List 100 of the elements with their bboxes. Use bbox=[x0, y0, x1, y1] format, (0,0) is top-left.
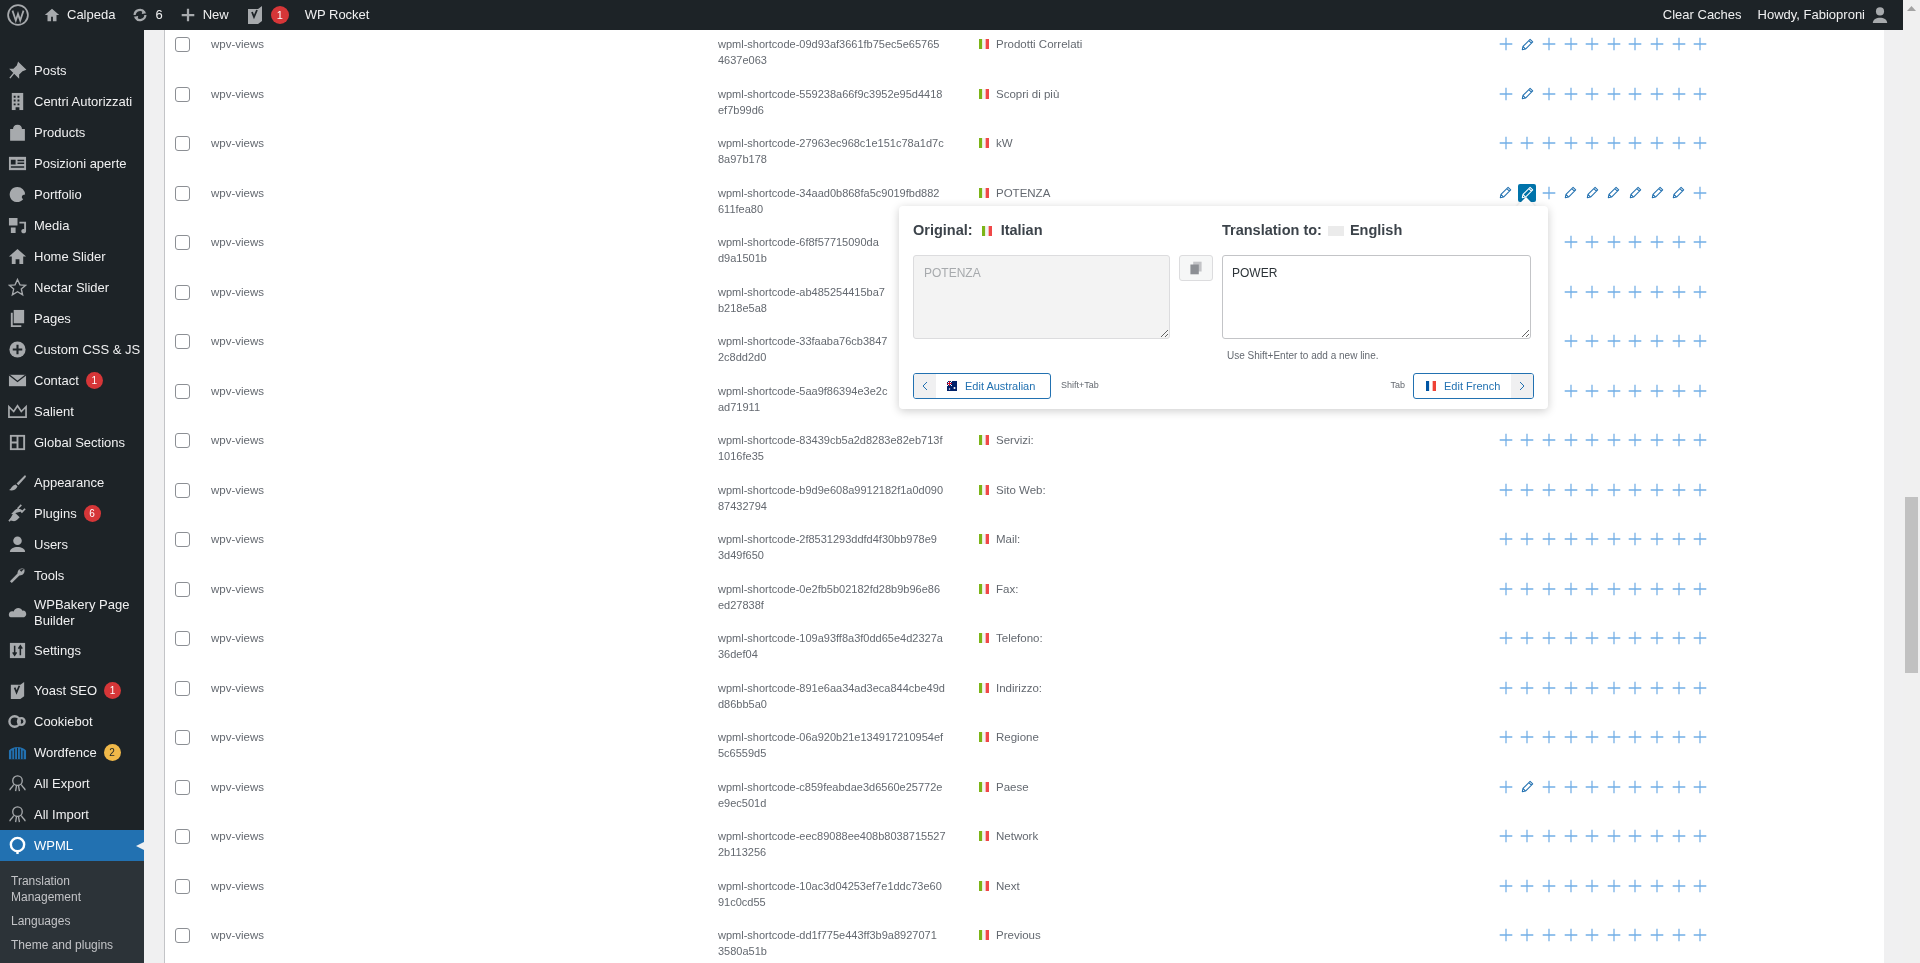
plus-icon[interactable] bbox=[1542, 86, 1557, 101]
plus-icon[interactable] bbox=[1650, 334, 1664, 348]
plus-icon[interactable] bbox=[1563, 631, 1578, 645]
plus-icon[interactable] bbox=[1542, 829, 1557, 843]
plus-icon[interactable] bbox=[1628, 730, 1643, 744]
plus-icon[interactable] bbox=[1542, 482, 1557, 497]
submenu-link[interactable]: Translation Management bbox=[0, 869, 144, 909]
plus-icon[interactable] bbox=[1671, 779, 1686, 794]
plus-icon[interactable] bbox=[1628, 779, 1643, 794]
row-checkbox[interactable] bbox=[175, 482, 190, 498]
plus-icon[interactable] bbox=[1650, 631, 1664, 645]
plus-icon[interactable] bbox=[1628, 37, 1643, 51]
plus-icon[interactable] bbox=[1693, 631, 1708, 645]
plus-icon[interactable] bbox=[1520, 532, 1535, 546]
plus-icon[interactable] bbox=[1693, 37, 1708, 51]
plus-icon[interactable] bbox=[1650, 482, 1664, 497]
sidebar-menu-item[interactable]: WPBakery Page Builder bbox=[0, 591, 144, 635]
edit-next-button[interactable]: Edit French bbox=[1413, 372, 1534, 399]
sidebar-menu-item[interactable]: Media bbox=[0, 210, 144, 241]
plus-icon[interactable] bbox=[1585, 235, 1600, 249]
sidebar-menu-item[interactable]: Pages bbox=[0, 303, 144, 334]
plus-icon[interactable] bbox=[1520, 928, 1535, 942]
row-checkbox[interactable] bbox=[175, 383, 190, 399]
plus-icon[interactable] bbox=[1542, 185, 1557, 200]
sidebar-menu-item[interactable]: Global Sections bbox=[0, 427, 144, 458]
plus-icon[interactable] bbox=[1606, 829, 1621, 843]
plus-icon[interactable] bbox=[1542, 37, 1557, 51]
plus-icon[interactable] bbox=[1628, 136, 1643, 150]
row-checkbox[interactable] bbox=[175, 928, 190, 943]
plus-icon[interactable] bbox=[1628, 631, 1643, 645]
sidebar-menu-item[interactable]: Centri Autorizzati bbox=[0, 86, 144, 117]
plus-icon[interactable] bbox=[1585, 482, 1600, 497]
row-checkbox[interactable] bbox=[175, 284, 190, 300]
row-checkbox[interactable] bbox=[175, 334, 190, 349]
sidebar-menu-item[interactable]: Salient bbox=[0, 396, 144, 427]
sidebar-menu-item[interactable]: Custom CSS & JS bbox=[0, 334, 144, 365]
plus-icon[interactable] bbox=[1542, 680, 1557, 695]
row-checkbox[interactable] bbox=[175, 532, 190, 547]
plus-icon[interactable] bbox=[1671, 235, 1686, 249]
plus-icon[interactable] bbox=[1585, 37, 1600, 51]
seo-menu-button[interactable]: 1 bbox=[236, 0, 297, 30]
plus-icon[interactable] bbox=[1628, 383, 1643, 398]
plus-icon[interactable] bbox=[1563, 86, 1578, 101]
plus-icon[interactable] bbox=[1585, 433, 1600, 447]
plus-icon[interactable] bbox=[1671, 878, 1686, 893]
plus-icon[interactable] bbox=[1498, 532, 1513, 546]
plus-icon[interactable] bbox=[1650, 383, 1664, 398]
sidebar-menu-item[interactable]: Wordfence 2 bbox=[0, 737, 144, 768]
plus-icon[interactable] bbox=[1628, 433, 1643, 447]
sidebar-menu-item[interactable]: Products bbox=[0, 117, 144, 148]
sidebar-menu-item[interactable]: All Export bbox=[0, 768, 144, 799]
plus-icon[interactable] bbox=[1671, 730, 1686, 744]
pencil-icon[interactable] bbox=[1520, 87, 1534, 100]
plus-icon[interactable] bbox=[1585, 136, 1600, 150]
plus-icon[interactable] bbox=[1650, 878, 1664, 893]
plus-icon[interactable] bbox=[1693, 581, 1708, 596]
plus-icon[interactable] bbox=[1563, 37, 1578, 51]
plus-icon[interactable] bbox=[1606, 433, 1621, 447]
plus-icon[interactable] bbox=[1585, 383, 1600, 398]
sidebar-menu-item[interactable]: Tools bbox=[0, 560, 144, 591]
plus-icon[interactable] bbox=[1671, 631, 1686, 645]
admin-bar-link[interactable]: Calpeda bbox=[35, 0, 124, 30]
plus-icon[interactable] bbox=[1563, 532, 1578, 546]
plus-icon[interactable] bbox=[1606, 383, 1621, 398]
plus-icon[interactable] bbox=[1563, 482, 1578, 497]
plus-icon[interactable] bbox=[1671, 334, 1686, 348]
row-checkbox[interactable] bbox=[175, 730, 190, 745]
plus-icon[interactable] bbox=[1693, 334, 1708, 348]
plus-icon[interactable] bbox=[1628, 235, 1643, 249]
plus-icon[interactable] bbox=[1563, 680, 1578, 695]
plus-icon[interactable] bbox=[1650, 136, 1664, 150]
copy-button[interactable] bbox=[1179, 254, 1213, 281]
sidebar-menu-item[interactable]: Yoast SEO 1 bbox=[0, 675, 144, 706]
plus-icon[interactable] bbox=[1671, 86, 1686, 101]
plus-icon[interactable] bbox=[1606, 334, 1621, 348]
plus-icon[interactable] bbox=[1650, 532, 1664, 546]
pencil-icon[interactable] bbox=[1650, 186, 1664, 199]
plus-icon[interactable] bbox=[1693, 928, 1708, 942]
plus-icon[interactable] bbox=[1563, 383, 1578, 398]
pencil-icon[interactable] bbox=[1499, 186, 1513, 199]
plus-icon[interactable] bbox=[1542, 928, 1557, 942]
plus-icon[interactable] bbox=[1606, 532, 1621, 546]
row-checkbox[interactable] bbox=[175, 185, 190, 201]
row-checkbox[interactable] bbox=[175, 581, 190, 597]
plus-icon[interactable] bbox=[1693, 730, 1708, 744]
plus-icon[interactable] bbox=[1693, 829, 1708, 843]
plus-icon[interactable] bbox=[1650, 829, 1664, 843]
plus-icon[interactable] bbox=[1628, 284, 1643, 299]
pencil-icon[interactable] bbox=[1607, 186, 1621, 199]
sidebar-menu-item[interactable]: Posizioni aperte bbox=[0, 148, 144, 179]
plus-icon[interactable] bbox=[1671, 37, 1686, 51]
plus-icon[interactable] bbox=[1542, 532, 1557, 546]
row-checkbox[interactable] bbox=[175, 631, 190, 646]
plus-icon[interactable] bbox=[1585, 730, 1600, 744]
plus-icon[interactable] bbox=[1628, 482, 1643, 497]
plus-icon[interactable] bbox=[1498, 829, 1513, 843]
pencil-icon[interactable] bbox=[1628, 186, 1642, 199]
plus-icon[interactable] bbox=[1542, 631, 1557, 645]
plus-icon[interactable] bbox=[1563, 779, 1578, 794]
plus-icon[interactable] bbox=[1498, 37, 1513, 51]
